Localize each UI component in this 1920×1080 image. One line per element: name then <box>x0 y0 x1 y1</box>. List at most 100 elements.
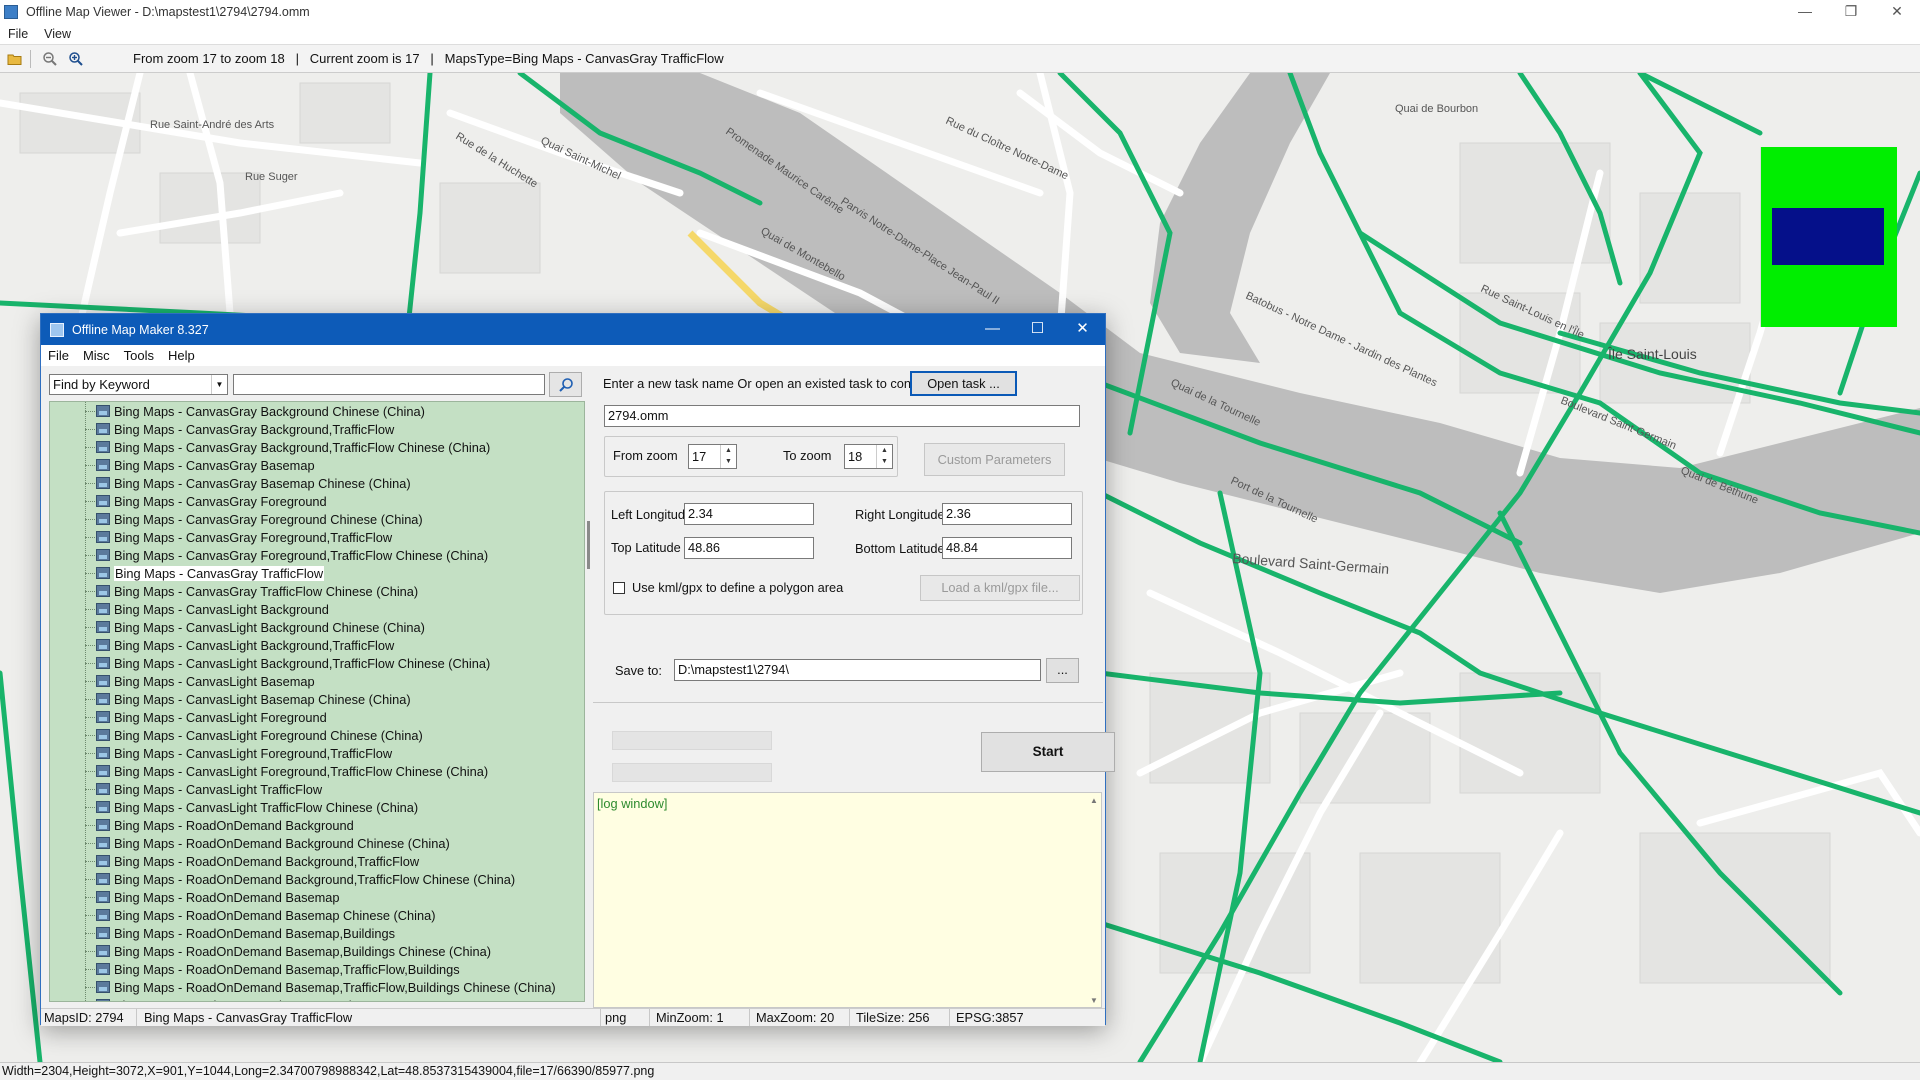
kml-checkbox[interactable] <box>613 582 625 594</box>
menu-view[interactable]: View <box>36 27 79 41</box>
search-input[interactable] <box>233 374 545 395</box>
tree-scroll-thumb[interactable] <box>587 521 590 569</box>
section-divider <box>593 702 1103 703</box>
tree-item[interactable]: Bing Maps - RoadOnDemand Basemap,Buildin… <box>85 924 395 942</box>
tree-item-label: Bing Maps - RoadOnDemand Foreground <box>114 998 352 1002</box>
tree-item[interactable]: Bing Maps - CanvasGray TrafficFlow Chine… <box>85 582 418 600</box>
tree-item[interactable]: Bing Maps - CanvasLight Basemap <box>85 672 315 690</box>
tree-item[interactable]: Bing Maps - CanvasLight TrafficFlow <box>85 780 322 798</box>
tree-item-label: Bing Maps - CanvasLight Background <box>114 601 329 617</box>
tree-item[interactable]: Bing Maps - RoadOnDemand Basemap <box>85 888 339 906</box>
tree-connector <box>85 482 95 484</box>
load-kml-button[interactable]: Load a kml/gpx file... <box>920 575 1080 601</box>
menu-file[interactable]: File <box>0 27 36 41</box>
search-button[interactable] <box>549 372 582 397</box>
maps-type-tree[interactable]: Bing Maps - CanvasGray Background Chines… <box>49 401 585 1002</box>
tree-item[interactable]: Bing Maps - RoadOnDemand Basemap,Traffic… <box>85 978 556 996</box>
tree-item[interactable]: Bing Maps - RoadOnDemand Foreground <box>85 996 352 1002</box>
bottom-latitude-label: Bottom Latitude <box>855 541 945 556</box>
tree-connector <box>85 752 95 754</box>
tree-scrollbar[interactable] <box>586 401 593 1002</box>
close-button[interactable]: ✕ <box>1874 0 1920 24</box>
log-scrollbar[interactable]: ▲ ▼ <box>1087 793 1101 1007</box>
tree-item[interactable]: Bing Maps - CanvasLight Background,Traff… <box>85 636 394 654</box>
overview-minimap[interactable] <box>1760 147 1897 327</box>
tree-item[interactable]: Bing Maps - CanvasGray Foreground Chines… <box>85 510 423 528</box>
tree-item[interactable]: Bing Maps - RoadOnDemand Background,Traf… <box>85 852 419 870</box>
tree-item[interactable]: Bing Maps - CanvasLight Foreground,Traff… <box>85 744 392 762</box>
tree-item[interactable]: Bing Maps - CanvasLight Background <box>85 600 329 618</box>
from-zoom-spinner[interactable]: 17 ▲ ▼ <box>688 444 737 469</box>
to-zoom-spinner[interactable]: 18 ▲ ▼ <box>844 444 893 469</box>
chevron-down-icon[interactable]: ▼ <box>211 375 227 394</box>
open-folder-icon[interactable] <box>4 48 26 70</box>
dialog-menu-misc[interactable]: Misc <box>76 348 117 363</box>
tree-connector <box>85 770 95 772</box>
spin-up-icon[interactable]: ▲ <box>877 445 892 456</box>
tree-item[interactable]: Bing Maps - CanvasLight Background,Traff… <box>85 654 490 672</box>
overview-viewport[interactable] <box>1772 208 1884 265</box>
scroll-down-icon[interactable]: ▼ <box>1087 996 1101 1005</box>
tree-connector <box>85 572 95 574</box>
spin-down-icon[interactable]: ▼ <box>721 456 736 467</box>
tree-item[interactable]: Bing Maps - CanvasGray Background,Traffi… <box>85 438 490 456</box>
tree-item[interactable]: Bing Maps - CanvasGray TrafficFlow <box>85 564 325 582</box>
tree-connector <box>85 824 95 826</box>
save-to-input[interactable]: D:\mapstest1\2794\ <box>674 659 1041 681</box>
open-task-button[interactable]: Open task ... <box>910 371 1017 396</box>
zoom-out-icon[interactable] <box>39 48 61 70</box>
tree-item[interactable]: Bing Maps - RoadOnDemand Background <box>85 816 354 834</box>
tree-item[interactable]: Bing Maps - CanvasGray Background,Traffi… <box>85 420 394 438</box>
tree-item[interactable]: Bing Maps - CanvasLight Background Chine… <box>85 618 425 636</box>
spin-down-icon[interactable]: ▼ <box>877 456 892 467</box>
browse-button[interactable]: ... <box>1046 658 1079 683</box>
tree-item[interactable]: Bing Maps - RoadOnDemand Basemap Chinese… <box>85 906 436 924</box>
tree-item[interactable]: Bing Maps - RoadOnDemand Background,Traf… <box>85 870 515 888</box>
bottom-latitude-input[interactable]: 48.84 <box>942 537 1072 559</box>
dialog-menu-tools[interactable]: Tools <box>117 348 161 363</box>
dialog-minimize-button[interactable]: — <box>970 314 1015 345</box>
tree-connector <box>85 842 95 844</box>
minimize-button[interactable]: — <box>1782 0 1828 24</box>
left-longitude-input[interactable]: 2.34 <box>684 503 814 525</box>
map-layer-icon <box>96 639 110 651</box>
tree-item[interactable]: Bing Maps - CanvasLight Foreground,Traff… <box>85 762 488 780</box>
zoom-in-icon[interactable] <box>65 48 87 70</box>
zoom-info-text: From zoom 17 to zoom 18 | Current zoom i… <box>133 51 724 66</box>
custom-parameters-button[interactable]: Custom Parameters <box>924 443 1065 476</box>
map-layer-icon <box>96 891 110 903</box>
from-zoom-label: From zoom <box>613 448 678 463</box>
right-longitude-input[interactable]: 2.36 <box>942 503 1072 525</box>
log-window[interactable]: [log window] ▲ ▼ <box>593 792 1102 1008</box>
tree-item[interactable]: Bing Maps - CanvasGray Background Chines… <box>85 402 425 420</box>
spin-up-icon[interactable]: ▲ <box>721 445 736 456</box>
tree-item[interactable]: Bing Maps - RoadOnDemand Basemap,Traffic… <box>85 960 460 978</box>
task-name-input[interactable]: 2794.omm <box>604 405 1080 427</box>
dialog-menu-help[interactable]: Help <box>161 348 202 363</box>
find-mode-select[interactable]: Find by Keyword ▼ <box>49 374 228 395</box>
dialog-maximize-button[interactable]: ☐ <box>1015 314 1060 345</box>
map-layer-icon <box>96 549 110 561</box>
tree-item[interactable]: Bing Maps - CanvasGray Basemap <box>85 456 315 474</box>
tree-item[interactable]: Bing Maps - CanvasGray Foreground,Traffi… <box>85 546 488 564</box>
tree-item[interactable]: Bing Maps - RoadOnDemand Basemap,Buildin… <box>85 942 491 960</box>
dialog-close-button[interactable]: ✕ <box>1060 314 1105 345</box>
tree-item-label: Bing Maps - CanvasLight Basemap Chinese … <box>114 691 411 707</box>
tree-item[interactable]: Bing Maps - CanvasLight TrafficFlow Chin… <box>85 798 418 816</box>
start-button[interactable]: Start <box>981 732 1115 772</box>
scroll-up-icon[interactable]: ▲ <box>1087 796 1101 805</box>
tree-item[interactable]: Bing Maps - CanvasLight Basemap Chinese … <box>85 690 411 708</box>
tree-item[interactable]: Bing Maps - RoadOnDemand Background Chin… <box>85 834 450 852</box>
restore-button[interactable]: ❐ <box>1828 0 1874 24</box>
tree-item[interactable]: Bing Maps - CanvasLight Foreground Chine… <box>85 726 423 744</box>
dialog-menu-file[interactable]: File <box>41 348 76 363</box>
top-latitude-input[interactable]: 48.86 <box>684 537 814 559</box>
dialog-titlebar[interactable]: Offline Map Maker 8.327 — ☐ ✕ <box>41 314 1105 345</box>
tree-connector <box>85 788 95 790</box>
tree-connector <box>85 860 95 862</box>
map-layer-icon <box>96 963 110 975</box>
tree-item[interactable]: Bing Maps - CanvasLight Foreground <box>85 708 327 726</box>
tree-item[interactable]: Bing Maps - CanvasGray Basemap Chinese (… <box>85 474 411 492</box>
tree-item[interactable]: Bing Maps - CanvasGray Foreground <box>85 492 327 510</box>
tree-item[interactable]: Bing Maps - CanvasGray Foreground,Traffi… <box>85 528 392 546</box>
